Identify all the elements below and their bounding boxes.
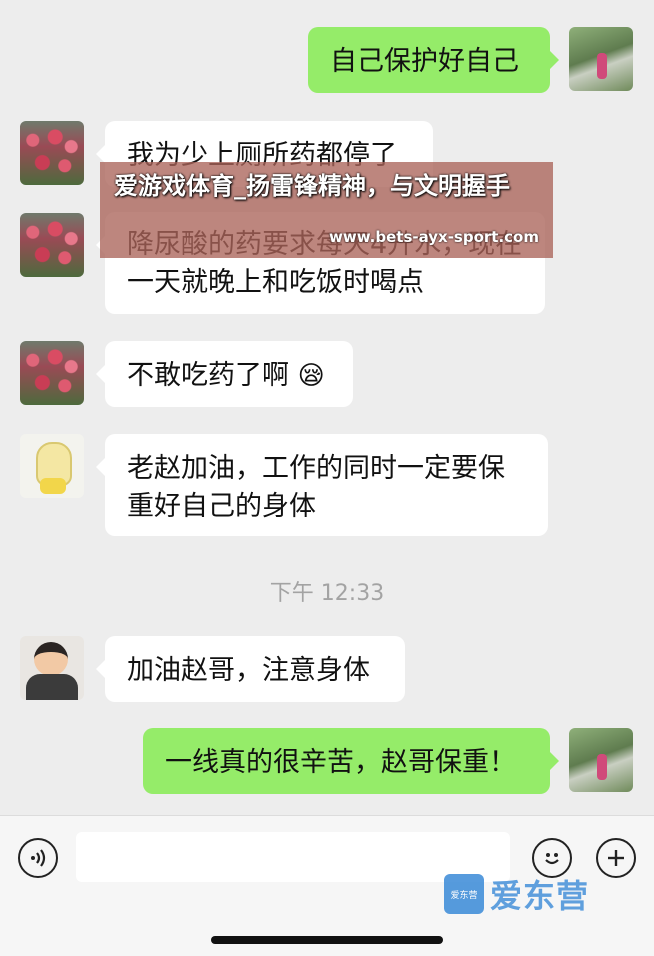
message-text: 一线真的很辛苦，赵哥保重！	[165, 747, 516, 778]
message-bubble[interactable]: 一线真的很辛苦，赵哥保重！	[143, 728, 559, 794]
app-logo: 爱东营 爱东营	[444, 872, 589, 916]
message-text: 加油赵哥，注意身体	[127, 655, 370, 686]
flower-garden-avatar[interactable]	[20, 213, 84, 277]
flower-garden-avatar[interactable]	[20, 121, 84, 185]
cartoon-avatar[interactable]	[20, 434, 84, 498]
plus-icon[interactable]	[596, 838, 636, 878]
kid-avatar[interactable]	[20, 636, 84, 700]
message-bubble[interactable]: 自己保护好自己	[308, 27, 559, 93]
scenic-path-avatar[interactable]	[569, 728, 633, 792]
timestamp: 下午 12:33	[269, 581, 385, 606]
kid-shirt	[26, 674, 78, 700]
logo-badge: 爱东营	[444, 874, 484, 914]
voice-icon[interactable]	[18, 838, 58, 878]
smile-face-icon	[545, 853, 559, 865]
cartoon-body	[40, 478, 66, 494]
chat-area: 自己保护好自己 我为少上厕所药都停了 降尿酸的药要求每天4升水，现在一天就晚上和…	[0, 0, 654, 815]
input-bar: 爱东营 爱东营	[0, 815, 654, 956]
message-text: 自己保护好自己	[330, 46, 519, 77]
sleepy-emoji-icon: 😪	[297, 361, 325, 391]
watermark-title: 爱游戏体育_扬雷锋精神，与文明握手	[114, 172, 510, 200]
kid-head	[34, 642, 68, 676]
message-bubble[interactable]: 不敢吃药了啊 😪	[96, 341, 353, 407]
message-text: 不敢吃药了啊	[127, 360, 289, 391]
home-indicator[interactable]	[211, 936, 443, 944]
message-bubble[interactable]: 加油赵哥，注意身体	[96, 636, 405, 702]
flower-garden-avatar[interactable]	[20, 341, 84, 405]
watermark-banner: 爱游戏体育_扬雷锋精神，与文明握手 www.bets-ayx-sport.com	[100, 162, 553, 258]
logo-text: 爱东营	[490, 877, 590, 915]
plus-sign-icon	[608, 850, 624, 866]
scenic-path-avatar[interactable]	[569, 27, 633, 91]
watermark-url: www.bets-ayx-sport.com	[329, 228, 539, 246]
message-bubble[interactable]: 老赵加油，工作的同时一定要保重好自己的身体	[96, 434, 548, 536]
voice-waves-icon	[31, 849, 46, 867]
message-text: 老赵加油，工作的同时一定要保重好自己的身体	[127, 453, 505, 522]
